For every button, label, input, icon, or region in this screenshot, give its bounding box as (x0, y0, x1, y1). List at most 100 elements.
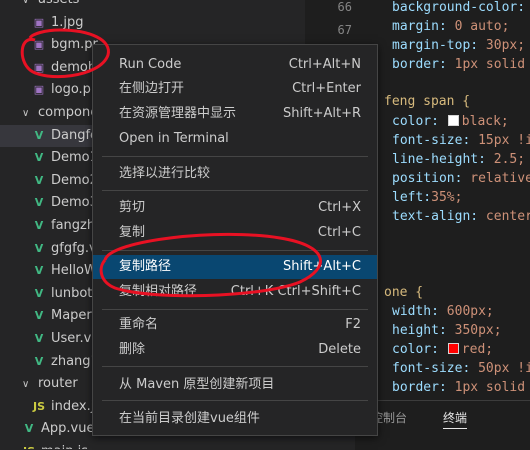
menu-separator (102, 250, 368, 251)
explorer-item[interactable]: V App.vue (0, 418, 95, 440)
vue-file-icon: V (34, 309, 44, 323)
code-line: width: 600px; (392, 304, 494, 319)
js-file-icon: JS (22, 441, 36, 449)
vue-file-icon: V (34, 196, 44, 210)
code-line: font-size: 15px !i (392, 133, 530, 148)
explorer-item[interactable]: ∨ assets (0, 0, 79, 11)
line-number: 66 (337, 0, 352, 14)
menu-item[interactable]: 复制路径 Shift+Alt+C (93, 255, 377, 279)
explorer-item[interactable]: Vgfgfg.vu (0, 238, 105, 260)
image-file-icon: ▣ (33, 15, 45, 29)
vue-file-icon: V (34, 241, 44, 255)
line-number: 67 (337, 23, 352, 37)
vue-file-icon: V (24, 422, 34, 436)
code-line: color: black; (392, 114, 509, 129)
vue-file-icon: V (34, 173, 44, 187)
context-menu: Run Code Ctrl+Alt+N 在侧边打开 Ctrl+Enter 在资源管理器中… (92, 44, 378, 436)
explorer-item-label: router (38, 376, 78, 392)
code-line: text-align: center (392, 209, 530, 224)
js-file-icon: JS (32, 399, 45, 413)
code-line: border: 1px solid (392, 57, 526, 72)
explorer-item-label: Demo1 (51, 150, 98, 166)
menu-item-shortcut: Ctrl+K Ctrl+Shift+C (230, 284, 361, 299)
vue-file-icon: V (34, 354, 44, 368)
color-swatch[interactable] (447, 115, 459, 126)
explorer-item-label: Dangfe (51, 127, 99, 143)
vue-file-icon: V (34, 219, 44, 232)
code-line: border: 1px solid (392, 380, 526, 395)
explorer-item[interactable]: Vfangzhu (0, 215, 104, 237)
menu-item-label: Run Code (119, 57, 182, 72)
explorer-item[interactable]: V HelloW (0, 260, 97, 282)
menu-item-label: 复制相对路径 (119, 284, 198, 299)
explorer-item[interactable]: V Demo1 (0, 147, 98, 169)
menu-item[interactable]: 复制 Ctrl+C (93, 221, 377, 245)
explorer-item[interactable]: V Demo2 (0, 170, 98, 192)
chevron-down-icon: ∨ (22, 108, 30, 119)
menu-item[interactable]: 删除 Delete (93, 338, 377, 362)
menu-item[interactable]: 从 Maven 原型创建新项目 (93, 373, 377, 397)
explorer-item[interactable]: ∨ router (0, 373, 78, 395)
menu-item-label: 从 Maven 原型创建新项目 (119, 377, 275, 392)
code-line: height: 350px; (392, 323, 502, 338)
image-file-icon: ▣ (33, 38, 45, 52)
menu-item[interactable]: 选择以进行比较 (93, 162, 377, 186)
menu-item[interactable]: Run Code Ctrl+Alt+N (93, 53, 377, 77)
explorer-item[interactable]: Vlunbotu (0, 283, 101, 305)
code-line: margin-top: 30px; (392, 38, 526, 53)
explorer-item[interactable]: JS main.js (0, 441, 88, 449)
menu-item[interactable]: 重命名 F2 (93, 313, 377, 337)
explorer-item[interactable]: ▣ logo.pn (0, 79, 99, 101)
vue-file-icon: V (34, 128, 44, 142)
menu-item-shortcut: Ctrl+X (318, 200, 361, 215)
menu-item-shortcut: Ctrl+Enter (292, 81, 361, 96)
menu-item-label: 剪切 (119, 200, 146, 215)
vue-file-icon: V (34, 151, 44, 165)
menu-item-label: 重命名 (119, 317, 159, 332)
chevron-down-icon: ∨ (22, 379, 30, 391)
explorer-item[interactable]: Vzhang1 (0, 351, 99, 373)
menu-item-label: 选择以进行比较 (119, 166, 211, 181)
explorer-item-label: compone (38, 105, 99, 120)
menu-item-label: 在侧边打开 (119, 81, 185, 96)
image-file-icon: ▣ (33, 60, 45, 74)
explorer-item-label: HelloW (51, 263, 97, 279)
image-file-icon: ▣ (33, 83, 45, 97)
menu-item[interactable]: 复制相对路径 Ctrl+K Ctrl+Shift+C (93, 280, 377, 304)
explorer-item[interactable]: JS index.js (0, 396, 101, 418)
menu-item-shortcut: Ctrl+C (317, 225, 361, 240)
explorer-item-label: Demo3 (51, 195, 98, 211)
menu-separator (102, 366, 368, 367)
menu-separator (102, 190, 368, 191)
menu-item[interactable]: 在资源管理器中显示 Shift+Alt+R (93, 102, 377, 126)
menu-item-label: 复制路径 (119, 259, 172, 274)
code-line: line-height: 2.5; (392, 152, 526, 167)
vue-file-icon: V (34, 332, 44, 345)
menu-item-shortcut: F2 (345, 317, 361, 332)
menu-item-shortcut: Ctrl+Alt+N (288, 57, 361, 72)
explorer-item[interactable]: ▣ 1.jpg (0, 12, 84, 34)
explorer-item[interactable]: V Demo3 (0, 192, 98, 214)
menu-item[interactable]: 在侧边打开 Ctrl+Enter (93, 77, 377, 101)
menu-separator (102, 156, 368, 157)
menu-item-label: 删除 (119, 342, 146, 357)
color-swatch[interactable] (447, 343, 459, 354)
menu-separator (102, 309, 368, 310)
explorer-item[interactable]: ▣ demob (0, 57, 96, 79)
menu-item-label: 在当前目录创建vue组件 (119, 411, 260, 426)
menu-item[interactable]: Open in Terminal (93, 127, 377, 151)
explorer-item-label: Demo2 (51, 172, 98, 188)
explorer-item[interactable]: ∨ compone (0, 102, 98, 124)
code-line: margin: 0 auto; (392, 19, 510, 34)
explorer-item-label: assets (38, 0, 79, 7)
menu-item-shortcut: Shift+Alt+R (283, 106, 361, 121)
explorer-item-label: 1.jpg (51, 14, 84, 30)
vue-file-icon: V (34, 286, 44, 300)
explorer-item[interactable]: ▣ bgm.pr (0, 34, 98, 56)
menu-item[interactable]: 在当前目录创建vue组件 (93, 407, 377, 431)
explorer-item-label: App.vue (41, 421, 95, 437)
menu-item[interactable]: 剪切 Ctrl+X (93, 196, 377, 220)
code-line: font-size: 50px !i (392, 361, 530, 376)
panel-tab[interactable]: 终端 (443, 409, 468, 429)
code-line: color: red; (392, 342, 494, 357)
